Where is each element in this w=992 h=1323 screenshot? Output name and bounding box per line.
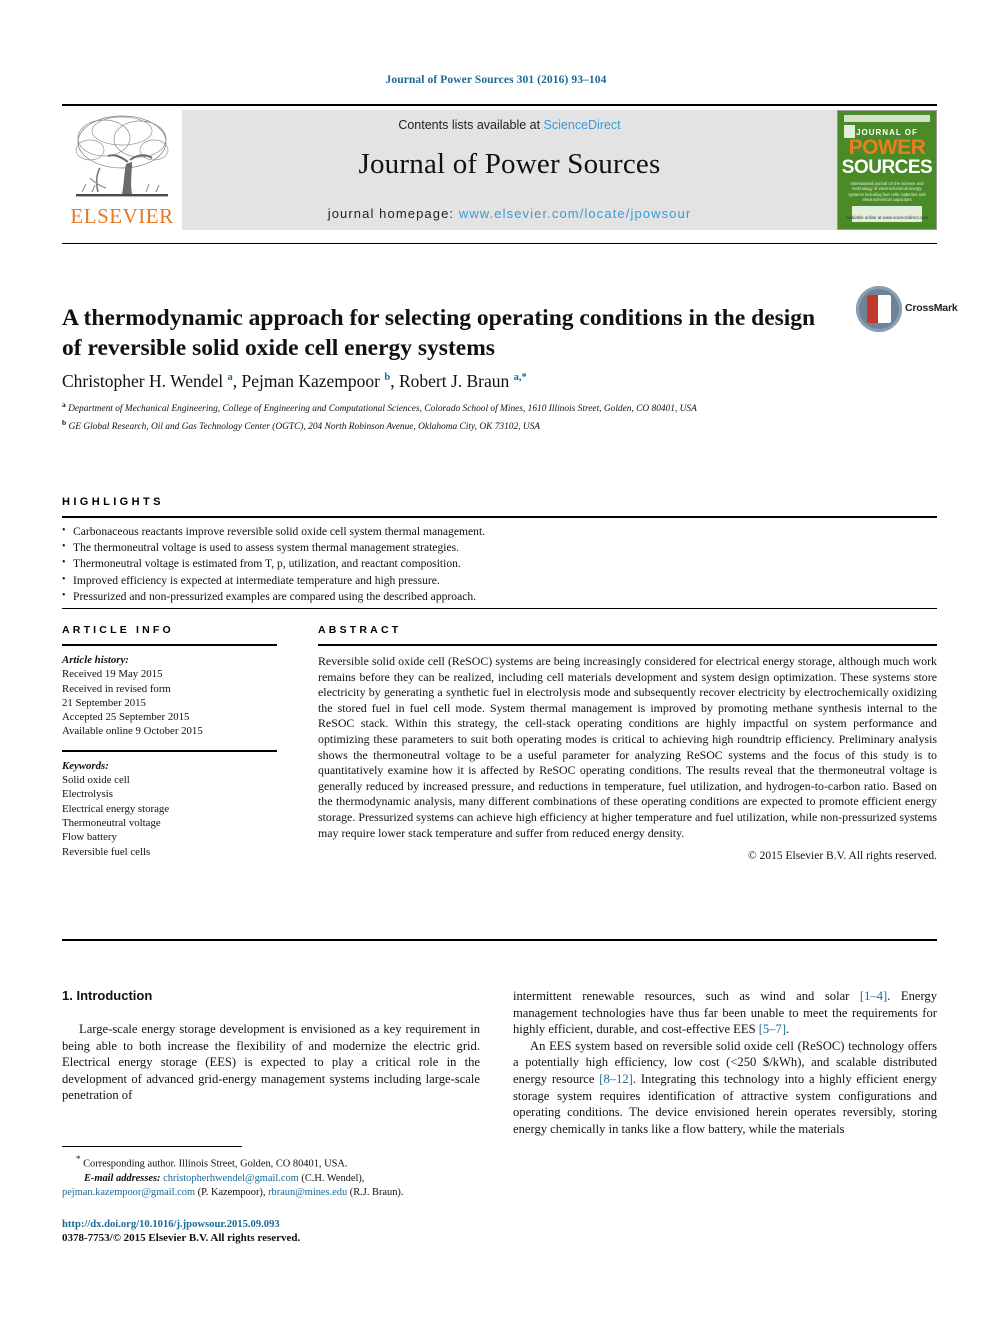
abstract-bottom-divider — [62, 939, 937, 941]
author-affiliation-marker: b — [384, 372, 391, 384]
crossmark-label: CrossMark — [905, 302, 958, 314]
citation-link[interactable]: [1–4] — [860, 989, 887, 1003]
crossmark-book-icon — [867, 295, 891, 323]
highlight-item: Pressurized and non-pressurized examples… — [62, 588, 937, 605]
author-list: Christopher H. Wendel a, Pejman Kazempoo… — [62, 371, 527, 391]
journal-homepage-link[interactable]: www.elsevier.com/locate/jpowsour — [459, 206, 691, 221]
keyword-item: Solid oxide cell — [62, 774, 130, 787]
abstract-divider — [318, 644, 937, 646]
keywords-block: Keywords: Solid oxide cell Electrolysis … — [62, 759, 277, 859]
page-title: A thermodynamic approach for selecting o… — [62, 304, 816, 361]
highlight-item: Thermoneutral voltage is estimated from … — [62, 555, 937, 572]
email-link[interactable]: rbraun@mines.edu — [268, 1187, 347, 1198]
highlight-item: Improved efficiency is expected at inter… — [62, 572, 937, 589]
article-history-item: Available online 9 October 2015 — [62, 725, 203, 738]
abstract-column: ABSTRACT Reversible solid oxide cell (Re… — [318, 624, 937, 862]
corresponding-author-note: * Corresponding author. Illinois Street,… — [76, 1154, 348, 1170]
abstract-text: Reversible solid oxide cell (ReSOC) syst… — [318, 654, 937, 840]
journal-cover-thumbnail: JOURNAL OF POWER SOURCES International j… — [837, 110, 937, 230]
homepage-prefix: journal homepage: — [327, 206, 459, 221]
email-link[interactable]: christopherhwendel@gmail.com — [163, 1173, 299, 1184]
body-paragraph: An EES system based on reversible solid … — [513, 1038, 937, 1136]
introduction-left-column: 1. Introduction Large-scale energy stora… — [62, 988, 480, 1104]
abstract-heading: ABSTRACT — [318, 624, 402, 636]
journal-band: Contents lists available at ScienceDirec… — [182, 110, 837, 230]
article-history: Article history: Received 19 May 2015 Re… — [62, 653, 277, 739]
highlight-item: The thermoneutral voltage is used to ass… — [62, 539, 937, 556]
author-affiliation-marker: a,* — [513, 372, 527, 384]
keyword-item: Electrolysis — [62, 788, 113, 801]
journal-masthead: ELSEVIER Contents lists available at Sci… — [62, 104, 937, 230]
highlights-bottom-divider — [62, 608, 937, 609]
highlight-item: Carbonaceous reactants improve reversibl… — [62, 523, 937, 540]
contents-prefix: Contents lists available at — [398, 118, 544, 132]
crossmark-badge[interactable]: CrossMark — [856, 286, 958, 334]
abstract-copyright: © 2015 Elsevier B.V. All rights reserved… — [748, 850, 937, 863]
article-history-label: Article history: — [62, 654, 129, 666]
keyword-item: Reversible fuel cells — [62, 845, 151, 858]
elsevier-wordmark: ELSEVIER — [70, 204, 174, 228]
doi-link[interactable]: http://dx.doi.org/10.1016/j.jpowsour.201… — [62, 1218, 502, 1232]
affiliations: a Department of Mechanical Engineering, … — [62, 398, 862, 434]
citation-link[interactable]: [5–7] — [759, 1022, 786, 1036]
footnote-divider — [62, 1146, 242, 1147]
cover-top-bar — [844, 115, 930, 122]
sciencedirect-link[interactable]: ScienceDirect — [544, 118, 621, 132]
body-paragraph: intermittent renewable resources, such a… — [513, 989, 938, 1037]
article-history-item: Received in revised form — [62, 682, 171, 695]
email-addresses-note: E-mail addresses: christopherhwendel@gma… — [62, 1172, 404, 1199]
cover-sources-text: SOURCES — [841, 157, 933, 178]
elsevier-logo: ELSEVIER — [62, 110, 182, 230]
introduction-right-column: intermittent renewable resources, such a… — [513, 988, 937, 1137]
article-info-divider — [62, 644, 277, 646]
highlights-list: Carbonaceous reactants improve reversibl… — [62, 523, 937, 605]
issn-copyright-line: 0378-7753/© 2015 Elsevier B.V. All right… — [62, 1232, 301, 1244]
affiliation-a: a Department of Mechanical Engineering, … — [62, 400, 697, 415]
author-affiliation-marker: a — [227, 372, 233, 384]
running-head: Journal of Power Sources 301 (2016) 93–1… — [385, 74, 607, 86]
paper-page: Journal of Power Sources 301 (2016) 93–1… — [0, 0, 992, 1323]
cover-footer-text: Available online at www.sciencedirect.co… — [845, 215, 929, 220]
keyword-item: Flow battery — [62, 831, 117, 844]
highlights-heading: HIGHLIGHTS — [62, 496, 164, 508]
email-label: E-mail addresses: — [84, 1172, 161, 1184]
keywords-label: Keywords: — [62, 759, 109, 772]
elsevier-tree-icon — [70, 112, 174, 204]
article-info-heading: ARTICLE INFO — [62, 624, 174, 636]
crossmark-circle-icon — [856, 286, 902, 332]
article-history-item: 21 September 2015 — [62, 696, 146, 709]
article-history-item: Accepted 25 September 2015 — [62, 711, 190, 724]
article-history-item: Received 19 May 2015 — [62, 668, 163, 681]
article-info-column: ARTICLE INFO Article history: Received 1… — [62, 624, 277, 859]
keyword-item: Thermoneutral voltage — [62, 816, 161, 829]
footnote-block: * Corresponding author. Illinois Street,… — [62, 1152, 482, 1200]
title-divider — [62, 243, 937, 244]
journal-homepage-line: journal homepage: www.elsevier.com/locat… — [182, 206, 837, 221]
email-link[interactable]: pejman.kazempoor@gmail.com — [62, 1187, 195, 1198]
contents-available-line: Contents lists available at ScienceDirec… — [182, 118, 837, 132]
journal-title: Journal of Power Sources — [358, 148, 661, 180]
introduction-section-title: 1. Introduction — [62, 988, 153, 1003]
cover-subtitle-text: International journal on the science and… — [848, 181, 926, 203]
cover-power-text: POWER — [848, 136, 926, 159]
citation-link[interactable]: [8–12] — [599, 1072, 633, 1086]
body-paragraph: Large-scale energy storage development i… — [62, 1022, 480, 1103]
keyword-item: Electrical energy storage — [62, 802, 170, 815]
keywords-divider — [62, 749, 277, 752]
affiliation-b: b GE Global Research, Oil and Gas Techno… — [62, 418, 541, 433]
highlights-divider — [62, 516, 937, 518]
